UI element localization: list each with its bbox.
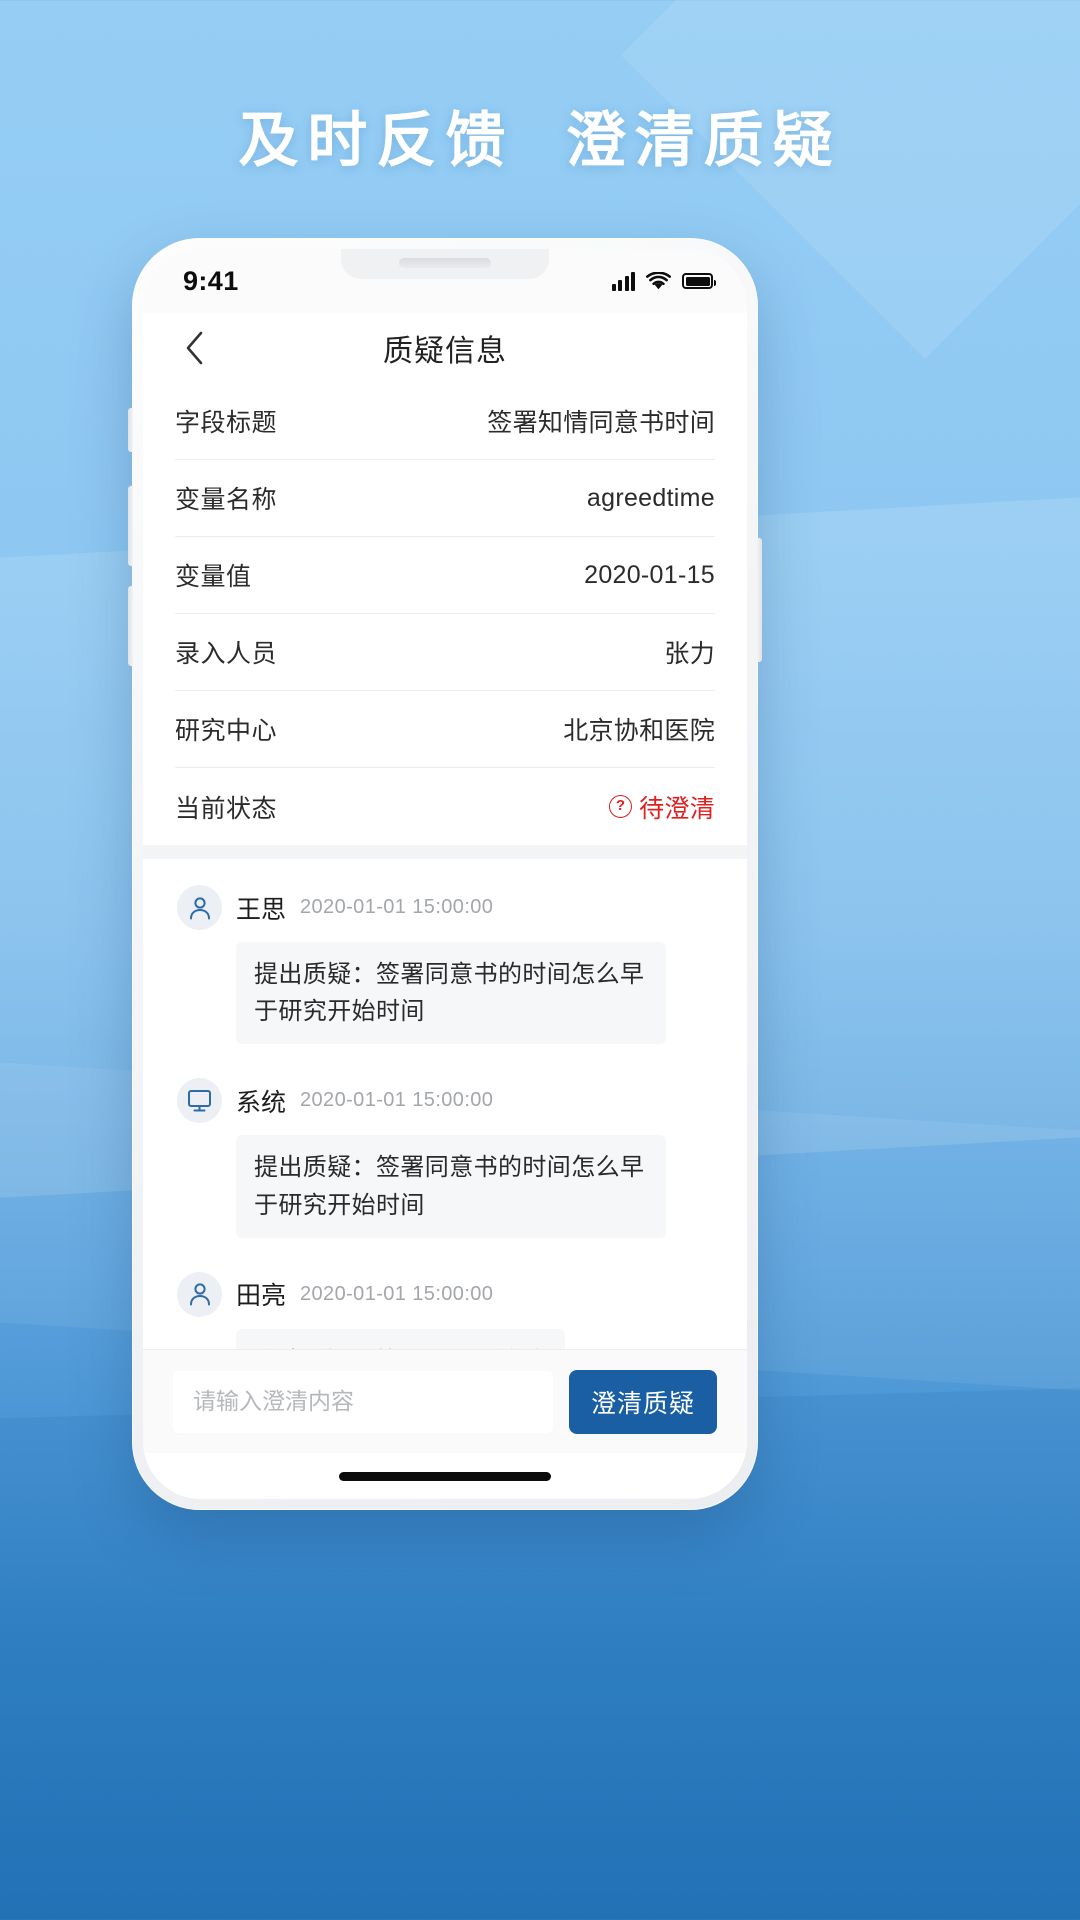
info-label: 当前状态 — [175, 794, 278, 823]
comment-header: 田亮 2020-01-01 15:00:00 — [177, 1271, 713, 1317]
info-value: agreedtime — [586, 483, 715, 512]
home-indicator[interactable] — [339, 1471, 551, 1481]
navigation-bar: 质疑信息 — [143, 313, 747, 383]
table-row-status: 当前状态 ? 待澄清 — [175, 768, 715, 845]
info-value: 北京协和医院 — [563, 717, 715, 745]
comment-header: 系统 2020-01-01 15:00:00 — [177, 1078, 713, 1124]
page-headline: 及时反馈 澄清质疑 — [238, 107, 842, 174]
home-indicator-area — [143, 1453, 747, 1499]
info-label: 字段标题 — [175, 409, 278, 437]
chevron-left-icon — [186, 331, 203, 365]
monitor-icon — [188, 1090, 211, 1112]
phone-screen: 9:41 质疑信息 字段标题 签署知情同意书时间 变量名称 agreedtime… — [143, 249, 747, 1499]
info-value: 张力 — [664, 640, 715, 668]
detail-info-table: 字段标题 签署知情同意书时间 变量名称 agreedtime 变量值 2020-… — [143, 383, 747, 845]
battery-icon — [682, 273, 716, 289]
phone-silent-switch — [128, 408, 133, 452]
info-value: 签署知情同意书时间 — [487, 409, 715, 437]
phone-mockup-frame: 9:41 质疑信息 字段标题 签署知情同意书时间 变量名称 agreedtime… — [128, 238, 762, 1510]
info-label: 变量名称 — [175, 486, 278, 514]
table-row: 字段标题 签署知情同意书时间 — [175, 383, 715, 460]
status-bar-icons — [611, 271, 716, 291]
avatar — [177, 1078, 222, 1124]
question-circle-icon: ? — [609, 795, 633, 818]
user-avatar-icon — [189, 896, 210, 919]
status-bar: 9:41 — [143, 249, 747, 313]
table-row: 录入人员 张力 — [175, 614, 715, 691]
comment-header: 王思 2020-01-01 15:00:00 — [177, 885, 713, 930]
page-title: 质疑信息 — [383, 335, 507, 368]
phone-volume-down-button — [128, 586, 133, 666]
user-avatar-icon — [189, 1283, 210, 1306]
info-label: 录入人员 — [175, 640, 278, 668]
info-value: 2020-01-15 — [584, 560, 715, 589]
table-row: 研究中心 北京协和医院 — [175, 691, 715, 768]
comment-timestamp: 2020-01-01 15:00:00 — [300, 1282, 494, 1305]
section-divider — [143, 845, 747, 859]
wifi-icon — [646, 271, 671, 289]
comment-body: 提出质疑：签署同意书的时间怎么早于研究开始时间 — [236, 1135, 666, 1238]
list-item: 系统 2020-01-01 15:00:00 提出质疑：签署同意书的时间怎么早于… — [177, 1078, 713, 1238]
status-badge-label: 待澄清 — [639, 794, 715, 823]
list-item: 王思 2020-01-01 15:00:00 提出质疑：签署同意书的时间怎么早于… — [177, 885, 713, 1045]
info-label: 研究中心 — [175, 717, 278, 745]
avatar — [177, 885, 222, 930]
comment-author: 系统 — [236, 1088, 287, 1117]
submit-clarification-button[interactable]: 澄清质疑 — [568, 1369, 717, 1434]
comment-body: 提出质疑：签署同意书的时间怎么早于研究开始时间 — [236, 942, 666, 1045]
status-badge: ? 待澄清 — [609, 789, 715, 825]
status-bar-time: 9:41 — [183, 265, 239, 296]
phone-speaker-slot — [399, 258, 491, 268]
phone-volume-up-button — [128, 486, 133, 566]
clarification-composer: 澄清质疑 — [143, 1349, 747, 1453]
back-button[interactable] — [173, 326, 217, 370]
avatar — [177, 1271, 222, 1317]
comment-thread: 王思 2020-01-01 15:00:00 提出质疑：签署同意书的时间怎么早于… — [143, 859, 747, 1349]
battery-level-fill — [685, 276, 710, 286]
phone-notch — [341, 249, 549, 279]
comment-body: 澄清质疑：签署日期已修改 — [236, 1328, 565, 1349]
comment-timestamp: 2020-01-01 15:00:00 — [300, 896, 494, 918]
comment-author: 王思 — [236, 895, 287, 924]
info-label: 变量值 — [175, 563, 252, 591]
signal-bars-icon — [611, 271, 635, 291]
list-item: 田亮 2020-01-01 15:00:00 澄清质疑：签署日期已修改 — [177, 1271, 713, 1349]
table-row: 变量值 2020-01-15 — [175, 537, 715, 614]
table-row: 变量名称 agreedtime — [175, 460, 715, 537]
phone-power-button — [757, 538, 762, 662]
comment-author: 田亮 — [236, 1282, 287, 1311]
clarification-input[interactable] — [173, 1370, 553, 1433]
comment-timestamp: 2020-01-01 15:00:00 — [300, 1089, 494, 1112]
